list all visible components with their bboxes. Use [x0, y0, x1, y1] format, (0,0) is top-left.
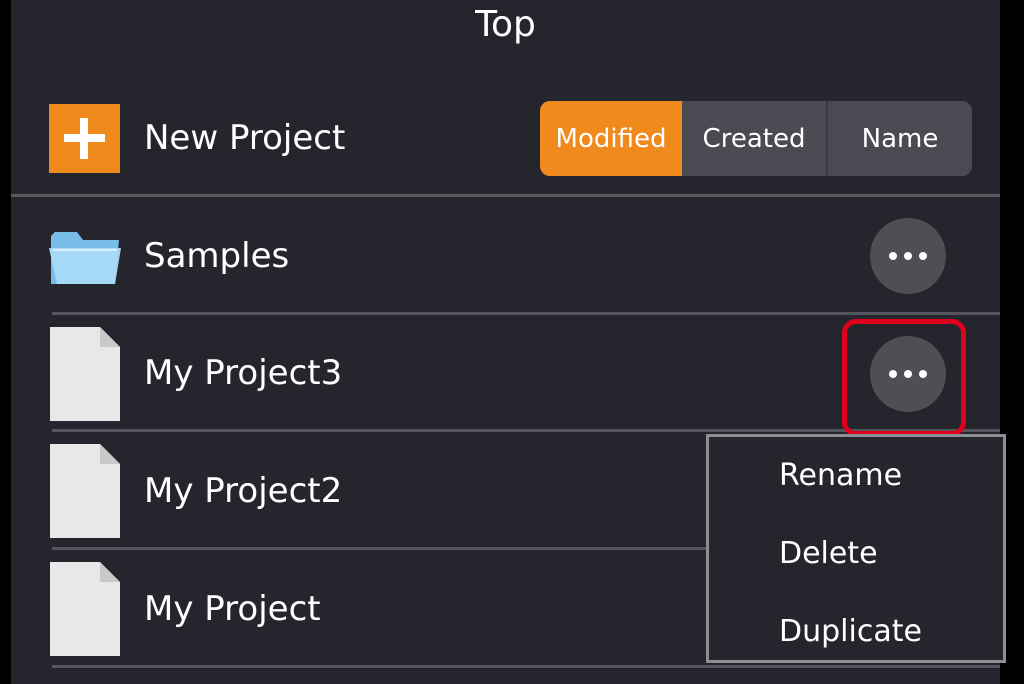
menu-item-rename[interactable]: Rename [779, 458, 902, 493]
dot [919, 252, 927, 260]
new-project-label[interactable]: New Project [144, 118, 345, 158]
dot [889, 252, 897, 260]
new-project-button[interactable] [49, 104, 120, 173]
document-icon [50, 327, 120, 421]
highlight-box [842, 319, 966, 436]
document-icon [50, 444, 120, 538]
list-item-label: My Project [144, 589, 321, 629]
dot [904, 252, 912, 260]
toolbar-divider [11, 194, 1000, 197]
menu-item-duplicate[interactable]: Duplicate [779, 614, 922, 649]
row-divider [52, 312, 1000, 315]
page-title: Top [475, 4, 536, 45]
folder-icon [49, 228, 121, 290]
context-menu: Rename Delete Duplicate [706, 434, 1006, 663]
project-list-panel: Top New Project Modified Created Name Sa… [11, 0, 1006, 684]
sort-created-button[interactable]: Created [682, 101, 828, 176]
menu-item-delete[interactable]: Delete [779, 536, 878, 571]
more-options-button[interactable] [870, 218, 946, 294]
document-icon [50, 562, 120, 656]
sort-name-button[interactable]: Name [828, 101, 972, 176]
list-item-label: My Project2 [144, 471, 343, 511]
sort-modified-button[interactable]: Modified [540, 101, 682, 176]
list-item-label: My Project3 [144, 353, 343, 393]
sort-segmented-control: Modified Created Name [540, 101, 972, 176]
list-item-label: Samples [144, 236, 290, 276]
row-divider [52, 665, 1000, 668]
